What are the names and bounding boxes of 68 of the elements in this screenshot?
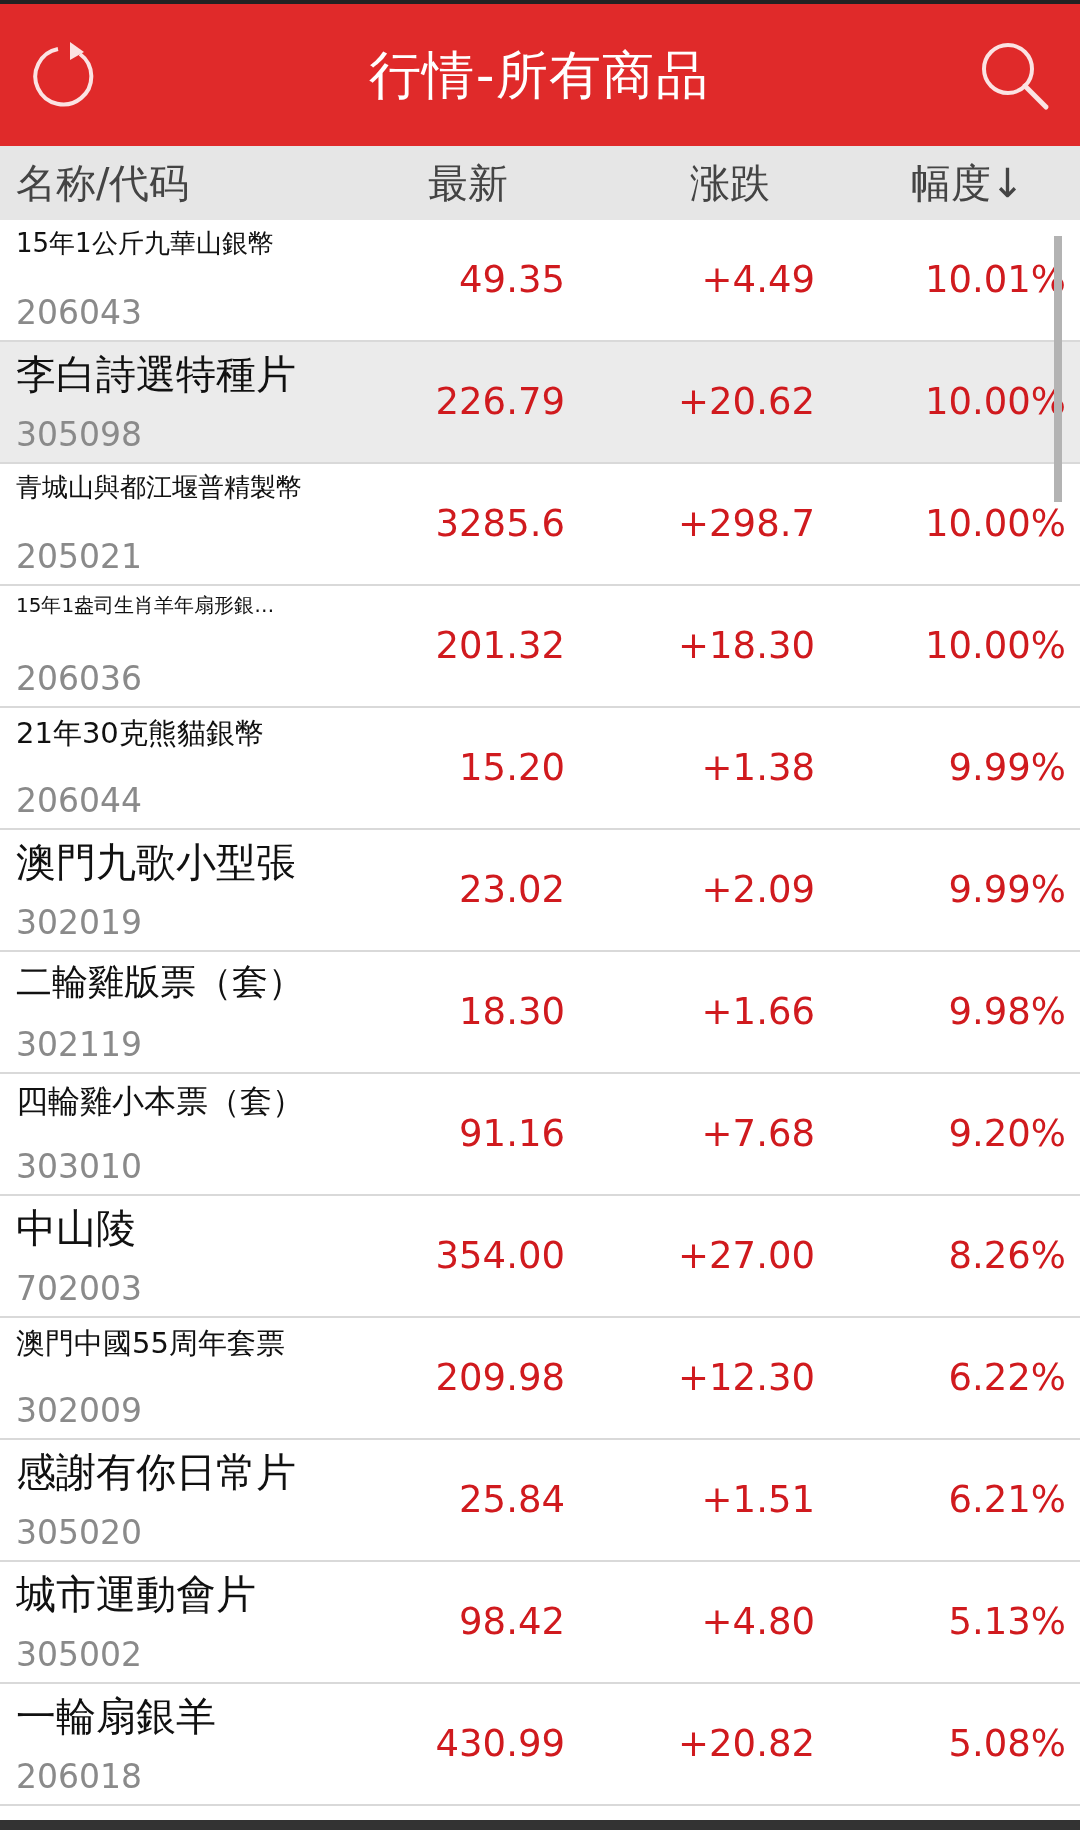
product-name: 一輪扇銀羊	[16, 1692, 217, 1741]
product-name: 二輪雞版票（套）	[16, 960, 305, 1004]
change-value: +18.30	[678, 624, 815, 668]
product-name: 城市運動會片	[16, 1570, 257, 1619]
product-code: 206044	[16, 779, 143, 821]
price-value: 18.30	[459, 990, 565, 1034]
percent-value: 6.22%	[948, 1356, 1066, 1400]
percent-value: 9.99%	[948, 746, 1066, 790]
column-header[interactable]: 涨跌	[690, 160, 770, 206]
product-code: 305098	[16, 413, 143, 455]
change-value: +4.49	[701, 258, 815, 302]
percent-value: 9.20%	[948, 1112, 1066, 1156]
product-name: 15年1公斤九華山銀幣	[16, 227, 275, 260]
product-code: 702003	[16, 1267, 143, 1309]
price-value: 430.99	[435, 1722, 565, 1766]
product-code: 206036	[16, 657, 143, 699]
price-value: 91.16	[459, 1112, 565, 1156]
change-value: +1.38	[701, 746, 815, 790]
column-header[interactable]: 名称/代码	[16, 160, 190, 206]
product-code: 302119	[16, 1023, 143, 1065]
product-name: 15年1盎司生肖羊年扇形銀…	[16, 593, 276, 618]
price-value: 3285.6	[435, 502, 565, 546]
change-value: +298.7	[678, 502, 815, 546]
change-value: +2.09	[701, 868, 815, 912]
price-value: 23.02	[459, 868, 565, 912]
percent-value: 10.00%	[924, 624, 1066, 668]
product-name: 感謝有你日常片	[16, 1448, 297, 1497]
price-value: 15.20	[459, 746, 565, 790]
percent-value: 9.99%	[948, 868, 1066, 912]
price-value: 201.32	[435, 624, 565, 668]
product-code: 305020	[16, 1511, 143, 1553]
percent-value: 6.21%	[948, 1478, 1066, 1522]
change-value: +4.80	[701, 1600, 815, 1644]
change-value: +27.00	[678, 1234, 815, 1278]
change-value: +20.82	[678, 1722, 815, 1766]
product-name: 青城山與都江堰普精製幣	[16, 471, 303, 504]
price-value: 209.98	[435, 1356, 565, 1400]
percent-value: 5.08%	[948, 1722, 1066, 1766]
product-code: 302019	[16, 901, 143, 943]
product-code: 206018	[16, 1755, 143, 1797]
product-name: 澳門九歌小型張	[16, 838, 297, 887]
product-name: 四輪雞小本票（套）	[16, 1081, 305, 1121]
product-name: 澳門中國55周年套票	[16, 1325, 286, 1362]
product-code: 303010	[16, 1145, 143, 1187]
change-value: +20.62	[678, 380, 815, 424]
percent-value: 9.98%	[948, 990, 1066, 1034]
product-code: 206043	[16, 291, 143, 333]
change-value: +1.51	[701, 1478, 815, 1522]
change-value: +12.30	[678, 1356, 815, 1400]
product-name: 21年30克熊貓銀幣	[16, 715, 265, 752]
change-value: +7.68	[701, 1112, 815, 1156]
price-value: 226.79	[435, 380, 565, 424]
column-header[interactable]: 最新	[427, 160, 508, 206]
change-value: +1.66	[701, 990, 815, 1034]
percent-value: 10.00%	[924, 502, 1066, 546]
percent-value: 8.26%	[948, 1234, 1066, 1278]
screen-title: 行情-所有商品	[369, 44, 709, 107]
price-value: 98.42	[459, 1600, 565, 1644]
product-code: 205021	[16, 535, 143, 577]
price-value: 354.00	[435, 1234, 565, 1278]
percent-value: 5.13%	[948, 1600, 1066, 1644]
product-code: 302009	[16, 1389, 143, 1431]
column-header[interactable]: 幅度↓	[910, 160, 1025, 206]
price-value: 49.35	[459, 258, 565, 302]
price-value: 25.84	[459, 1478, 565, 1522]
product-name: 李白詩選特種片	[16, 350, 297, 399]
product-code: 305002	[16, 1633, 143, 1675]
product-name: 中山陵	[16, 1204, 137, 1253]
